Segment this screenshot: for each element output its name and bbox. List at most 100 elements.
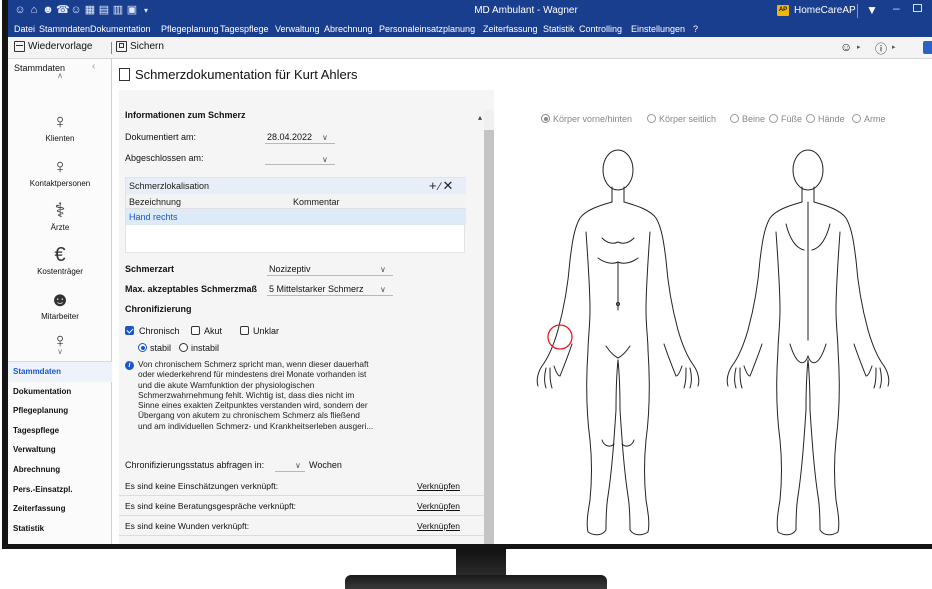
chevron-down-icon[interactable]: ∨: [322, 133, 328, 142]
payer-icon: €: [54, 244, 66, 266]
info-line: Schmerzwahrnehmung fehlt. Wichtig ist, d…: [138, 389, 355, 400]
section-verwaltung[interactable]: Verwaltung: [8, 440, 112, 460]
section-dokumentation[interactable]: Dokumentation: [8, 382, 112, 402]
column-kommentar[interactable]: Kommentar: [293, 197, 340, 207]
max-pain-label: Max. akzeptables Schmerzmaß: [125, 284, 258, 294]
menu-zeiterfassung[interactable]: Zeiterfassung: [483, 24, 538, 34]
info-line: Von chronischem Schmerz spricht man, wen…: [138, 359, 369, 369]
minimize-button[interactable]: ‒: [893, 1, 900, 15]
info-line: und am individuellen Schmerz- und Krankh…: [138, 420, 374, 431]
scroll-up-arrow-icon[interactable]: ▴: [478, 113, 482, 122]
tenant-badge: AP: [777, 5, 789, 16]
acute-label: Akut: [204, 326, 223, 336]
save-button[interactable]: Sichern: [116, 41, 164, 52]
delete-icon[interactable]: ✕: [442, 178, 455, 193]
toolbar-divider: [111, 42, 112, 54]
section-tagespflege[interactable]: Tagespflege: [8, 421, 112, 441]
menu-personaleinsatzplanung[interactable]: Personaleinsatzplanung: [379, 24, 475, 34]
chevron-down-icon[interactable]: ∨: [380, 285, 386, 294]
chronic-checkbox[interactable]: [125, 326, 134, 335]
section-zeiterfassung[interactable]: Zeiterfassung: [8, 499, 112, 519]
menu-statistik[interactable]: Statistik: [543, 24, 575, 34]
chevron-down-icon[interactable]: ∨: [322, 155, 328, 164]
menu-abrechnung[interactable]: Abrechnung: [324, 24, 373, 34]
menu-einstellungen[interactable]: Einstellungen: [631, 24, 685, 34]
sidebar-item-label: Mitarbeiter: [41, 312, 79, 321]
menu-controlling[interactable]: Controlling: [579, 24, 622, 34]
view-option-label: Körper seitlich: [659, 114, 717, 124]
view-option-label: Beine: [742, 114, 766, 124]
view-option-front-back[interactable]: Körper vorne/hinten: [541, 114, 632, 124]
side-panel-tab[interactable]: [923, 41, 932, 54]
menu-verwaltung[interactable]: Verwaltung: [275, 24, 320, 34]
section-abrechnung[interactable]: Abrechnung: [8, 460, 112, 480]
max-pain-value: 5 Mittelstarker Schmerz: [269, 284, 364, 294]
smiley-dropdown-icon[interactable]: ▸: [857, 43, 861, 51]
smiley-icon[interactable]: ☺: [840, 40, 852, 54]
localisation-title: Schmerzlokalisation: [129, 181, 210, 191]
chevron-down-icon[interactable]: ∨: [295, 461, 301, 470]
body-diagram[interactable]: [528, 140, 908, 544]
info-line: und die akute Warnfunktion der physiolog…: [138, 379, 315, 390]
stable-radio[interactable]: [138, 343, 147, 352]
scroll-up-icon[interactable]: ∧: [8, 71, 112, 80]
link-consultation-button[interactable]: Verknüpfen: [417, 501, 460, 511]
section-statistik[interactable]: Statistik: [8, 519, 112, 539]
wiedervorlage-button[interactable]: Wiedervorlage: [14, 41, 92, 52]
link-wounds-button[interactable]: Verknüpfen: [417, 521, 460, 531]
maximize-button[interactable]: [913, 4, 922, 12]
documented-label: Dokumentiert am:: [125, 132, 197, 142]
sidebar-item-mitarbeiter[interactable]: ☻ Mitarbeiter: [8, 289, 112, 321]
sidebar-item-label: Ärzte: [50, 223, 70, 232]
view-option-feet[interactable]: Füße: [769, 114, 802, 124]
page-title: Schmerzdokumentation für Kurt Ahlers: [135, 67, 358, 82]
sidebar-item-aerzte[interactable]: ⚕ Ärzte: [8, 200, 112, 232]
sidebar-item-klienten[interactable]: ♀ Klienten: [8, 111, 112, 143]
menu-datei[interactable]: Datei: [14, 24, 35, 34]
body-front-figure[interactable]: [536, 149, 700, 536]
sidebar-item-kontaktpersonen[interactable]: ♀ Kontaktpersonen: [8, 156, 112, 188]
info-line: Übergang von akutem zu chronischem Schme…: [138, 410, 360, 421]
add-icon[interactable]: +: [429, 178, 439, 193]
menu-tagespflege[interactable]: Tagespflege: [220, 24, 269, 34]
table-row[interactable]: Hand rechts: [126, 209, 466, 225]
help-icon[interactable]: ⓘ: [875, 40, 887, 57]
pain-type-value: Nozizeptiv: [269, 264, 311, 274]
link-row-label: Es sind keine Beratungsgespräche verknüp…: [125, 501, 297, 511]
scroll-down-icon[interactable]: ∨: [8, 347, 112, 356]
view-option-arms[interactable]: Arme: [852, 114, 886, 124]
sidebar: Stammdaten ‹ ∧ ♀ Klienten ♀ Kontaktperso…: [8, 59, 112, 544]
unstable-label: instabil: [191, 343, 220, 353]
view-option-side[interactable]: Körper seitlich: [647, 114, 716, 124]
menu-dokumentation[interactable]: Dokumentation: [90, 24, 151, 34]
view-option-legs[interactable]: Beine: [730, 114, 765, 124]
sidebar-item-label: Klienten: [45, 134, 75, 143]
unclear-checkbox[interactable]: [240, 326, 249, 335]
menu-stammdaten[interactable]: Stammdaten: [39, 24, 90, 34]
view-option-label: Körper vorne/hinten: [553, 114, 633, 124]
sidebar-item-kostentraeger[interactable]: € Kostenträger: [8, 244, 112, 276]
pain-marker[interactable]: [547, 324, 573, 350]
application-window: ☺ ⌂ ☻ ☎ ☺ ▦ ▤ ▥ ▣ ▾ MD Ambulant - Wagner…: [8, 0, 932, 544]
section-pers-einsatzpl[interactable]: Pers.-Einsatzpl.: [8, 480, 112, 500]
filter-icon[interactable]: ▼: [866, 3, 878, 17]
monitor-stand-neck: [456, 549, 506, 575]
section-pflegeplanung[interactable]: Pflegeplanung: [8, 401, 112, 421]
chevron-down-icon[interactable]: ∨: [380, 265, 386, 274]
column-bezeichnung[interactable]: Bezeichnung: [129, 197, 181, 207]
radio-icon: [852, 114, 861, 123]
link-assessment-button[interactable]: Verknüpfen: [417, 481, 460, 491]
titlebar-divider: [857, 4, 858, 18]
view-option-hands[interactable]: Hände: [806, 114, 845, 124]
help-dropdown-icon[interactable]: ▸: [892, 43, 896, 51]
menu-help[interactable]: ?: [693, 24, 698, 34]
unstable-radio[interactable]: [179, 343, 188, 352]
section-stammdaten[interactable]: Stammdaten: [8, 362, 112, 382]
body-back-figure[interactable]: [726, 149, 890, 536]
acute-checkbox[interactable]: [191, 326, 200, 335]
menu-bar: Datei Stammdaten Dokumentation Pflegepla…: [8, 22, 932, 37]
scrollbar-thumb[interactable]: [484, 130, 494, 544]
save-label: Sichern: [130, 41, 164, 52]
menu-pflegeplanung[interactable]: Pflegeplanung: [161, 24, 219, 34]
tenant-name[interactable]: HomeCareAP: [794, 5, 856, 16]
